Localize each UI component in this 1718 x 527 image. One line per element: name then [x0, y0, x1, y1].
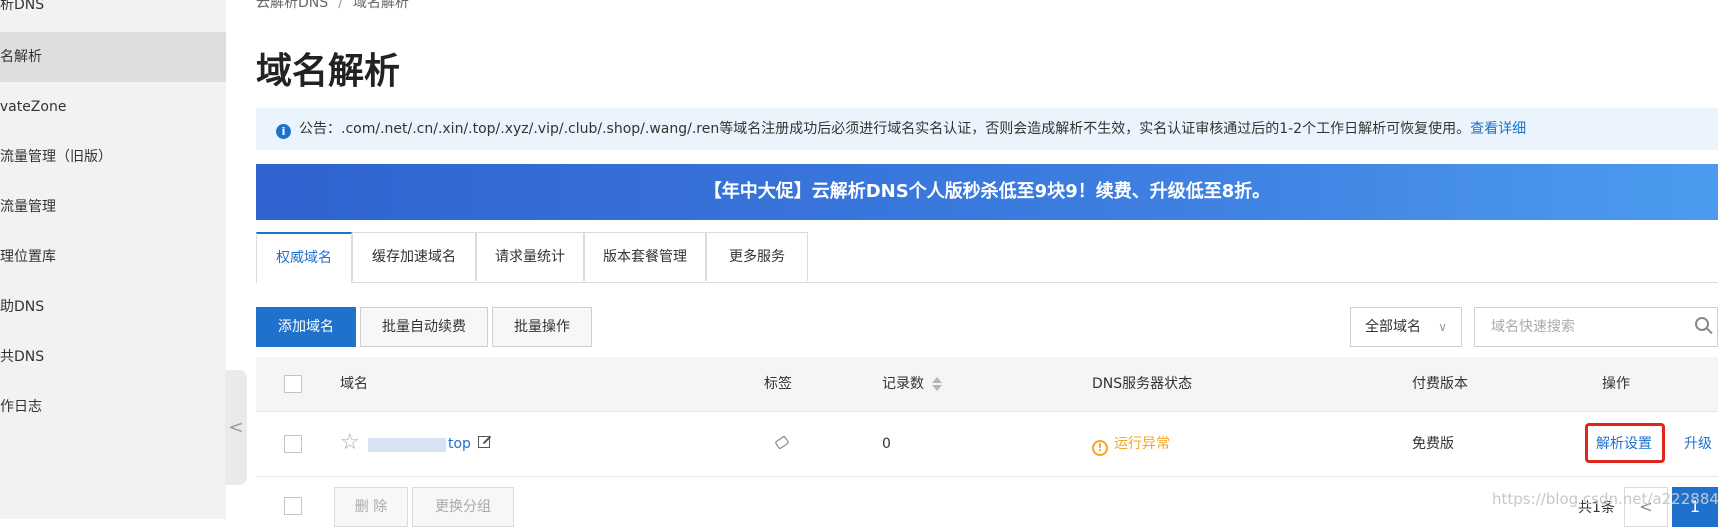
sidebar-item-operation-log[interactable]: 操作日志	[0, 382, 226, 432]
sidebar-item-secondary-dns[interactable]: 辅助DNS	[0, 282, 226, 332]
sidebar-item-label: 全局流量管理	[0, 199, 56, 215]
select-all-checkbox[interactable]	[284, 375, 302, 393]
row-checkbox[interactable]	[284, 435, 302, 453]
tab-version-packages[interactable]: 版本套餐管理	[584, 232, 706, 281]
table-row: ☆ top 0 ! 运行异常 免费版 解析设置 升级	[256, 412, 1718, 477]
table-header: 域名 标签 记录数 DNS服务器状态 付费版本 操作	[256, 357, 1718, 412]
chevron-left-icon: <	[228, 417, 244, 438]
notice-details-link[interactable]: 查看详细	[1470, 121, 1526, 137]
sidebar-item-domain-resolution[interactable]: 域名解析	[0, 32, 226, 82]
promo-text: 【年中大促】云解析DNS个人版秒杀低至9块9！续费、升级低至8折。	[703, 181, 1271, 202]
dns-status-text: 运行异常	[1114, 436, 1170, 452]
delete-button[interactable]: 删 除	[334, 487, 408, 527]
warning-icon: !	[1092, 440, 1108, 456]
sidebar-item-label: 域名解析	[0, 49, 42, 65]
column-records[interactable]: 记录数	[882, 357, 942, 411]
sidebar-item-label: PrivateZone	[0, 99, 67, 115]
add-domain-button[interactable]: 添加域名	[256, 307, 356, 347]
column-dns-status: DNS服务器状态	[1092, 376, 1193, 392]
page-title: 域名解析	[256, 51, 401, 92]
domain-filter-value: 全部域名	[1365, 319, 1421, 335]
resolution-settings-link[interactable]: 解析设置	[1596, 412, 1652, 476]
watermark: https://blog.csdn.net/a222884c	[1492, 490, 1718, 508]
change-group-button[interactable]: 更换分组	[412, 487, 514, 527]
breadcrumb: 云解析DNS / 域名解析	[256, 0, 409, 12]
upgrade-link[interactable]: 升级	[1684, 412, 1712, 476]
sidebar-item-gtm[interactable]: 全局流量管理	[0, 182, 226, 232]
tab-cache-acceleration[interactable]: 缓存加速域名	[352, 232, 476, 281]
tag-icon[interactable]	[774, 435, 790, 450]
record-count: 0	[882, 436, 891, 452]
sidebar-collapse-toggle[interactable]: <	[225, 370, 247, 485]
column-plan: 付费版本	[1412, 376, 1468, 392]
column-records-label: 记录数	[882, 376, 924, 392]
sidebar-item-label: 云解析DNS	[0, 0, 45, 13]
tab-bar: 权威域名 缓存加速域名 请求量统计 版本套餐管理 更多服务	[256, 232, 1718, 283]
sidebar-item-cloud-dns[interactable]: 云解析DNS	[0, 0, 226, 30]
column-actions: 操作	[1602, 376, 1630, 392]
domain-search	[1474, 307, 1718, 347]
masked-domain-name	[368, 438, 446, 452]
sidebar-item-label: 公共DNS	[0, 349, 45, 365]
sidebar-item-gtm-legacy[interactable]: 全局流量管理（旧版）	[0, 132, 226, 182]
column-tags: 标签	[764, 376, 792, 392]
info-icon: i	[276, 124, 291, 139]
search-input[interactable]	[1489, 308, 1693, 346]
sidebar-item-label: 辅助DNS	[0, 299, 45, 315]
tab-request-stats[interactable]: 请求量统计	[476, 232, 584, 281]
breadcrumb-root[interactable]: 云解析DNS	[256, 0, 328, 11]
tab-authoritative-domains[interactable]: 权威域名	[256, 232, 352, 283]
footer-select-checkbox[interactable]	[284, 497, 302, 515]
domain-filter-select[interactable]: 全部域名 ∨	[1350, 307, 1462, 347]
breadcrumb-current: 域名解析	[352, 0, 409, 11]
main-content: 云解析DNS / 域名解析 域名解析 i 公告：.com/.net/.cn/.xin/…	[256, 0, 1718, 527]
tab-more-services[interactable]: 更多服务	[706, 232, 808, 281]
sidebar-item-label: 全局流量管理（旧版）	[0, 149, 112, 165]
sidebar: 云解析DNS 域名解析 PrivateZone 全局流量管理（旧版） 全局流量管…	[0, 0, 226, 519]
notice-banner: i 公告：.com/.net/.cn/.xin/.top/.xyz/.vip/.c…	[256, 108, 1718, 150]
breadcrumb-separator: /	[338, 0, 343, 11]
domain-name-link[interactable]: top	[448, 412, 471, 476]
column-domain: 域名	[340, 376, 368, 392]
batch-auto-renew-button[interactable]: 批量自动续费	[360, 307, 488, 347]
dns-status: ! 运行异常	[1092, 412, 1170, 476]
sidebar-item-privatezone[interactable]: PrivateZone	[0, 82, 226, 132]
notice-text: 公告：.com/.net/.cn/.xin/.top/.xyz/.vip/.cl…	[299, 121, 1471, 137]
batch-operation-button[interactable]: 批量操作	[492, 307, 592, 347]
sidebar-item-geo-library[interactable]: 自定义地理位置库	[0, 232, 226, 282]
sidebar-item-label: 操作日志	[0, 399, 42, 415]
sort-icon[interactable]	[932, 376, 942, 392]
edit-icon[interactable]	[478, 436, 490, 448]
promo-banner[interactable]: 【年中大促】云解析DNS个人版秒杀低至9块9！续费、升级低至8折。	[256, 164, 1718, 220]
sidebar-item-label: 自定义地理位置库	[0, 249, 56, 265]
star-icon[interactable]: ☆	[340, 432, 360, 454]
plan-version: 免费版	[1412, 436, 1454, 452]
chevron-down-icon: ∨	[1438, 320, 1447, 334]
search-icon[interactable]	[1695, 317, 1709, 331]
sidebar-item-public-dns[interactable]: 公共DNS	[0, 332, 226, 382]
domain-name-text: top	[448, 436, 471, 452]
